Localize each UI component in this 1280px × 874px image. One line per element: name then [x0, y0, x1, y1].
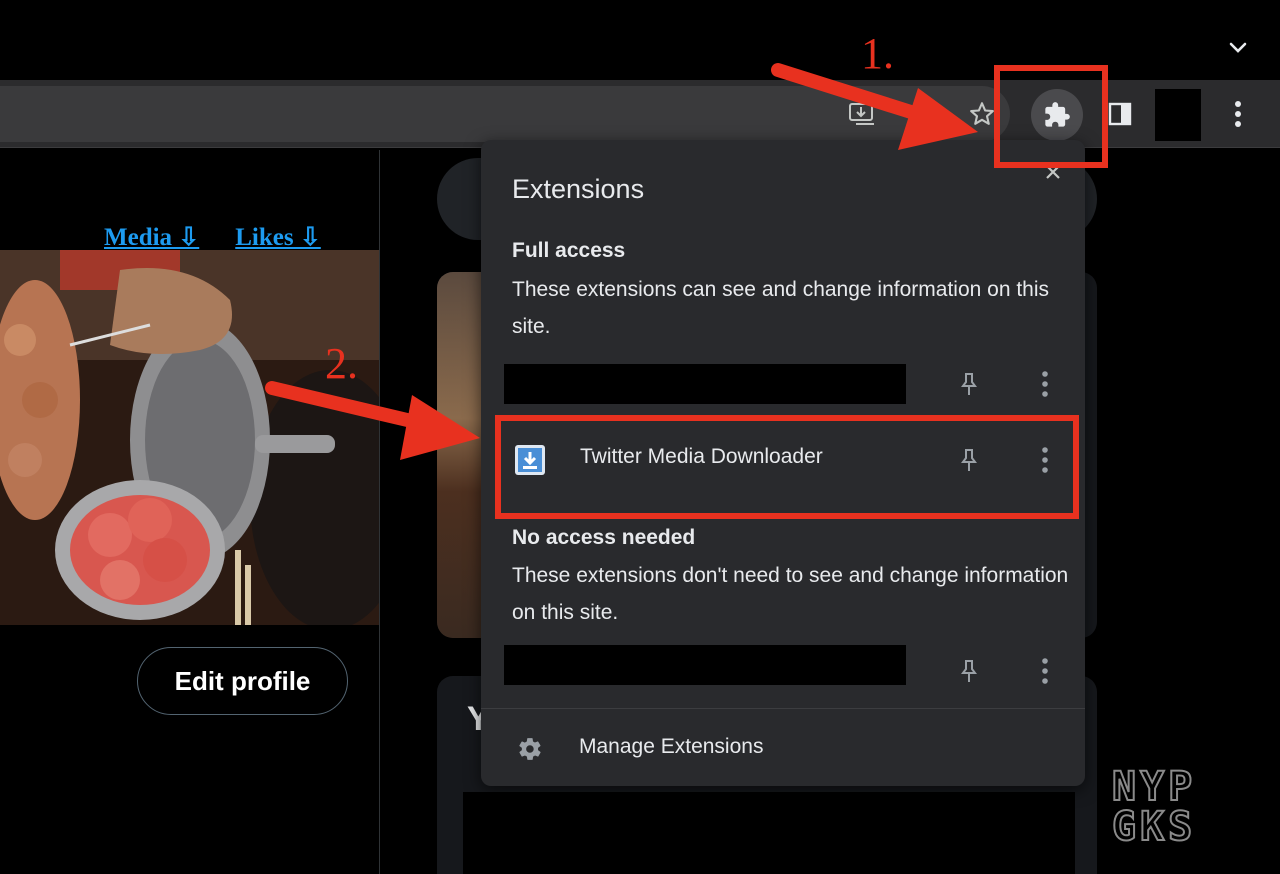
install-app-icon[interactable] — [846, 98, 878, 130]
popup-divider — [481, 708, 1085, 709]
edit-profile-button[interactable]: Edit profile — [137, 647, 348, 715]
extension-name: Twitter Media Downloader — [580, 445, 823, 468]
step-2-label: 2. — [325, 339, 358, 388]
kebab-menu-icon[interactable] — [1222, 96, 1254, 132]
redacted-extension-name — [504, 645, 906, 685]
close-icon[interactable] — [1041, 160, 1065, 184]
side-panel-icon[interactable] — [1104, 98, 1136, 130]
full-access-heading: Full access — [512, 239, 626, 262]
redacted-extension-name — [504, 364, 906, 404]
more-options-icon[interactable] — [1033, 656, 1057, 686]
manage-extensions-label: Manage Extensions — [579, 735, 764, 758]
extension-row-twitter-media-downloader[interactable]: Twitter Media Downloader — [496, 418, 1076, 502]
more-options-icon[interactable] — [1033, 445, 1057, 475]
profile-header-photo — [0, 250, 379, 625]
gear-icon — [517, 736, 543, 762]
watermark-line2: GKS — [1112, 804, 1196, 844]
no-access-heading: No access needed — [512, 526, 696, 549]
media-download-link[interactable]: Media ⇩ — [104, 224, 199, 251]
no-access-description: These extensions don't need to see and c… — [512, 564, 1069, 624]
pin-icon[interactable] — [957, 371, 981, 397]
popup-title: Extensions — [512, 174, 645, 204]
likes-download-link[interactable]: Likes ⇩ — [235, 224, 321, 251]
pin-icon[interactable] — [957, 447, 981, 473]
chevron-down-icon[interactable] — [1226, 36, 1250, 60]
manage-extensions-button[interactable]: Manage Extensions — [481, 710, 1085, 786]
step-1-label: 1. — [861, 29, 894, 78]
full-access-description: These extensions can see and change info… — [512, 278, 1050, 338]
tab-strip — [0, 0, 1280, 80]
download-links: Media ⇩ Likes ⇩ — [104, 222, 357, 252]
download-arrow-icon — [514, 444, 546, 476]
redacted-block — [463, 792, 1075, 874]
pin-icon[interactable] — [957, 658, 981, 684]
extensions-popup: Extensions Full access These extensions … — [481, 140, 1085, 786]
site-watermark-logo: NYP GKS — [1111, 763, 1254, 851]
column-divider — [379, 150, 380, 874]
extensions-puzzle-icon[interactable] — [1031, 89, 1083, 141]
profile-avatar[interactable] — [1155, 89, 1201, 141]
more-options-icon[interactable] — [1033, 369, 1057, 399]
bookmark-star-icon[interactable] — [966, 98, 998, 130]
